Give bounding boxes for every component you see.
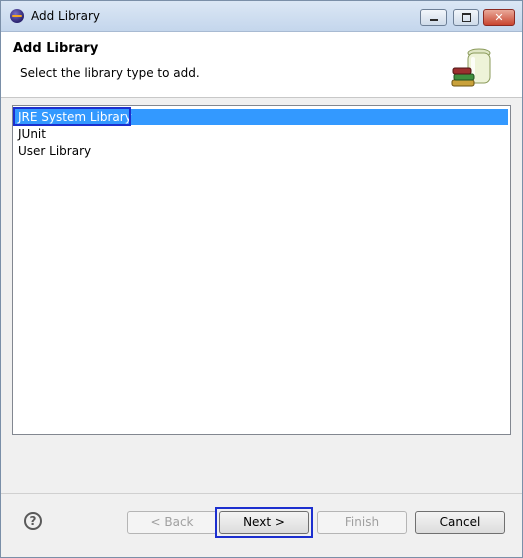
window-title: Add Library — [31, 9, 101, 23]
wizard-banner: Add Library Select the library type to a… — [1, 32, 522, 98]
cancel-button[interactable]: Cancel — [415, 511, 505, 534]
back-button[interactable]: < Back — [127, 511, 217, 534]
close-button[interactable] — [483, 9, 515, 26]
finish-button[interactable]: Finish — [317, 511, 407, 534]
maximize-button[interactable] — [453, 9, 479, 26]
next-button[interactable]: Next > — [219, 511, 309, 534]
button-bar-separator — [1, 493, 522, 494]
help-icon[interactable]: ? — [24, 512, 42, 530]
list-item-user-library[interactable]: User Library — [15, 143, 508, 159]
title-bar[interactable]: Add Library — [1, 1, 522, 32]
minimize-button[interactable] — [420, 9, 447, 26]
eclipse-icon — [10, 9, 24, 23]
banner-description: Select the library type to add. — [20, 66, 200, 80]
list-item-jre-system-library[interactable]: JRE System Library — [15, 109, 508, 125]
library-jar-icon — [451, 48, 491, 87]
library-type-list[interactable]: JRE System Library JUnit User Library — [12, 105, 511, 435]
list-item-junit[interactable]: JUnit — [15, 126, 508, 142]
add-library-dialog: Add Library Add Library Select the libra… — [0, 0, 523, 558]
banner-title: Add Library — [13, 41, 99, 56]
